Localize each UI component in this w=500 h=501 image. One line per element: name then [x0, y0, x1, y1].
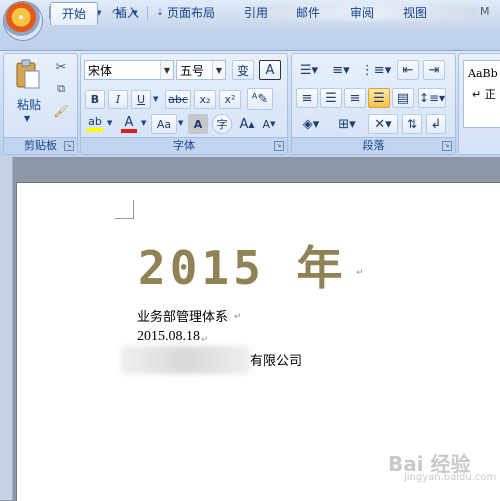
paragraph-label-text: 段落: [362, 139, 385, 152]
tab-home[interactable]: 开始: [50, 2, 98, 25]
highlight-color-swatch: [87, 128, 103, 132]
strikethrough-button[interactable]: abc: [165, 90, 191, 109]
paragraph-group: ☰▾ ≡▾ ⋮≡▾ ⇤ ⇥ ≡ ☰ ≡ ☰ ▤ ↕≡▾ ◈▾ ⊞▾ ✕▾ ⇅ ↲…: [291, 53, 456, 155]
font-color-button[interactable]: A: [119, 114, 139, 134]
redacted-company-name: [120, 346, 250, 374]
style-sample: AaBb: [468, 67, 498, 80]
format-painter-icon[interactable]: 🖌: [52, 102, 70, 120]
window-title-fragment: M: [480, 5, 490, 18]
font-name-combo[interactable]: 宋体 ▼: [84, 60, 174, 80]
tab-references[interactable]: 引用: [236, 2, 276, 24]
clipboard-group: 粘贴 ▼ ✂ ⧉ 🖌 剪贴板 ↘: [3, 53, 78, 155]
font-name-value: 宋体: [88, 63, 113, 78]
tab-page-layout[interactable]: 页面布局: [160, 2, 222, 24]
font-color-dropdown-icon[interactable]: ▼: [141, 119, 146, 127]
office-button[interactable]: [4, 2, 42, 40]
copy-icon[interactable]: ⧉: [52, 80, 70, 98]
clipboard-label-text: 剪贴板: [24, 139, 57, 152]
borders-icon[interactable]: ⊞▾: [332, 114, 362, 134]
decrease-indent-icon[interactable]: ⇤: [397, 60, 419, 80]
cut-icon[interactable]: ✂: [52, 58, 70, 76]
paragraph-launcher-icon[interactable]: ↘: [442, 141, 452, 151]
font-size-value: 五号: [180, 63, 205, 78]
document-heading[interactable]: 2015 年: [138, 232, 346, 298]
document-line-3[interactable]: 有限公司: [250, 350, 302, 369]
tab-view[interactable]: 视图: [395, 2, 435, 24]
vertical-ruler: [0, 157, 13, 500]
change-case-button[interactable]: Aa: [151, 114, 177, 134]
highlight-dropdown-icon[interactable]: ▼: [107, 119, 112, 127]
grow-font-letter: A: [239, 116, 249, 132]
document-line-1[interactable]: 业务部管理体系: [137, 306, 228, 325]
font-size-combo[interactable]: 五号 ▼: [176, 60, 226, 80]
italic-button[interactable]: I: [108, 90, 128, 109]
watermark-url: jingyan.baidu.com: [404, 472, 497, 483]
increase-indent-icon[interactable]: ⇥: [423, 60, 445, 80]
bullets-icon[interactable]: ☰▾: [296, 60, 322, 80]
shrink-font-button[interactable]: A ▼: [259, 114, 279, 134]
multilevel-list-icon[interactable]: ⋮≡▾: [361, 60, 391, 80]
chevron-down-icon[interactable]: ▼: [160, 61, 173, 79]
change-case-dropdown-icon[interactable]: ▼: [178, 119, 183, 127]
clear-format-button[interactable]: A: [259, 60, 281, 80]
justify-icon[interactable]: ☰: [368, 88, 390, 108]
chinese-layout-icon[interactable]: ✕▾: [368, 114, 398, 134]
enclose-characters-button[interactable]: 字: [212, 114, 232, 134]
line-spacing-icon[interactable]: ↕≡▾: [418, 88, 446, 108]
tab-mailings[interactable]: 邮件: [288, 2, 328, 24]
font-color-letter: A: [124, 114, 134, 130]
paragraph-mark: ↵: [356, 268, 364, 278]
align-left-icon[interactable]: ≡: [296, 88, 318, 108]
font-group-label: 字体 ↘: [81, 137, 287, 154]
clear-formatting-icon[interactable]: ᴬ✎: [247, 88, 273, 110]
underline-button[interactable]: U: [131, 90, 151, 109]
bold-button[interactable]: B: [85, 90, 105, 109]
paragraph-group-label: 段落 ↘: [292, 137, 455, 154]
distributed-icon[interactable]: ▤: [392, 88, 414, 108]
align-right-icon[interactable]: ≡: [344, 88, 366, 108]
styles-group: AaBb ↵ 正: [458, 53, 500, 155]
grow-font-button[interactable]: A ▲: [237, 114, 257, 134]
numbering-icon[interactable]: ≡▾: [328, 60, 354, 80]
paragraph-mark: ↵: [234, 312, 242, 322]
paste-icon[interactable]: [10, 58, 46, 92]
tab-review[interactable]: 审阅: [342, 2, 382, 24]
margin-corner-mark: [115, 200, 134, 219]
font-launcher-icon[interactable]: ↘: [274, 141, 284, 151]
text-highlight-button[interactable]: ab: [85, 114, 105, 134]
paste-dropdown-icon[interactable]: ▼: [24, 114, 30, 123]
tab-insert[interactable]: 插入: [106, 2, 148, 24]
underline-dropdown-icon[interactable]: ▼: [153, 95, 158, 103]
clipboard-launcher-icon[interactable]: ↘: [64, 141, 74, 151]
paragraph-mark: ↵: [201, 335, 209, 345]
superscript-button[interactable]: x²: [219, 90, 241, 109]
subscript-button[interactable]: x₂: [194, 90, 216, 109]
ribbon-tab-row: [0, 26, 500, 50]
style-name: ↵ 正: [472, 88, 496, 101]
show-marks-icon[interactable]: ↲: [426, 114, 446, 134]
document-line-2[interactable]: 2015.08.18: [137, 329, 200, 345]
sort-icon[interactable]: ⇅: [402, 114, 422, 134]
phonetic-guide-button[interactable]: 变: [232, 60, 254, 80]
clipboard-group-label: 剪贴板 ↘: [4, 137, 77, 154]
character-shading-button[interactable]: A: [188, 114, 208, 134]
highlighter-icon: ab: [88, 115, 102, 128]
shading-icon[interactable]: ◈▾: [296, 114, 326, 134]
font-group: 宋体 ▼ 五号 ▼ 变 A B I U ▼ abc x₂ x² ᴬ✎ ab ▼ A …: [80, 53, 288, 155]
style-gallery-normal[interactable]: AaBb ↵ 正: [463, 60, 500, 128]
align-center-icon[interactable]: ☰: [320, 88, 342, 108]
paste-button[interactable]: 粘贴: [12, 96, 46, 113]
chevron-down-icon[interactable]: ▼: [212, 61, 225, 79]
shrink-font-letter: A: [262, 117, 271, 131]
font-color-swatch: [121, 128, 137, 133]
font-label-text: 字体: [173, 139, 195, 152]
